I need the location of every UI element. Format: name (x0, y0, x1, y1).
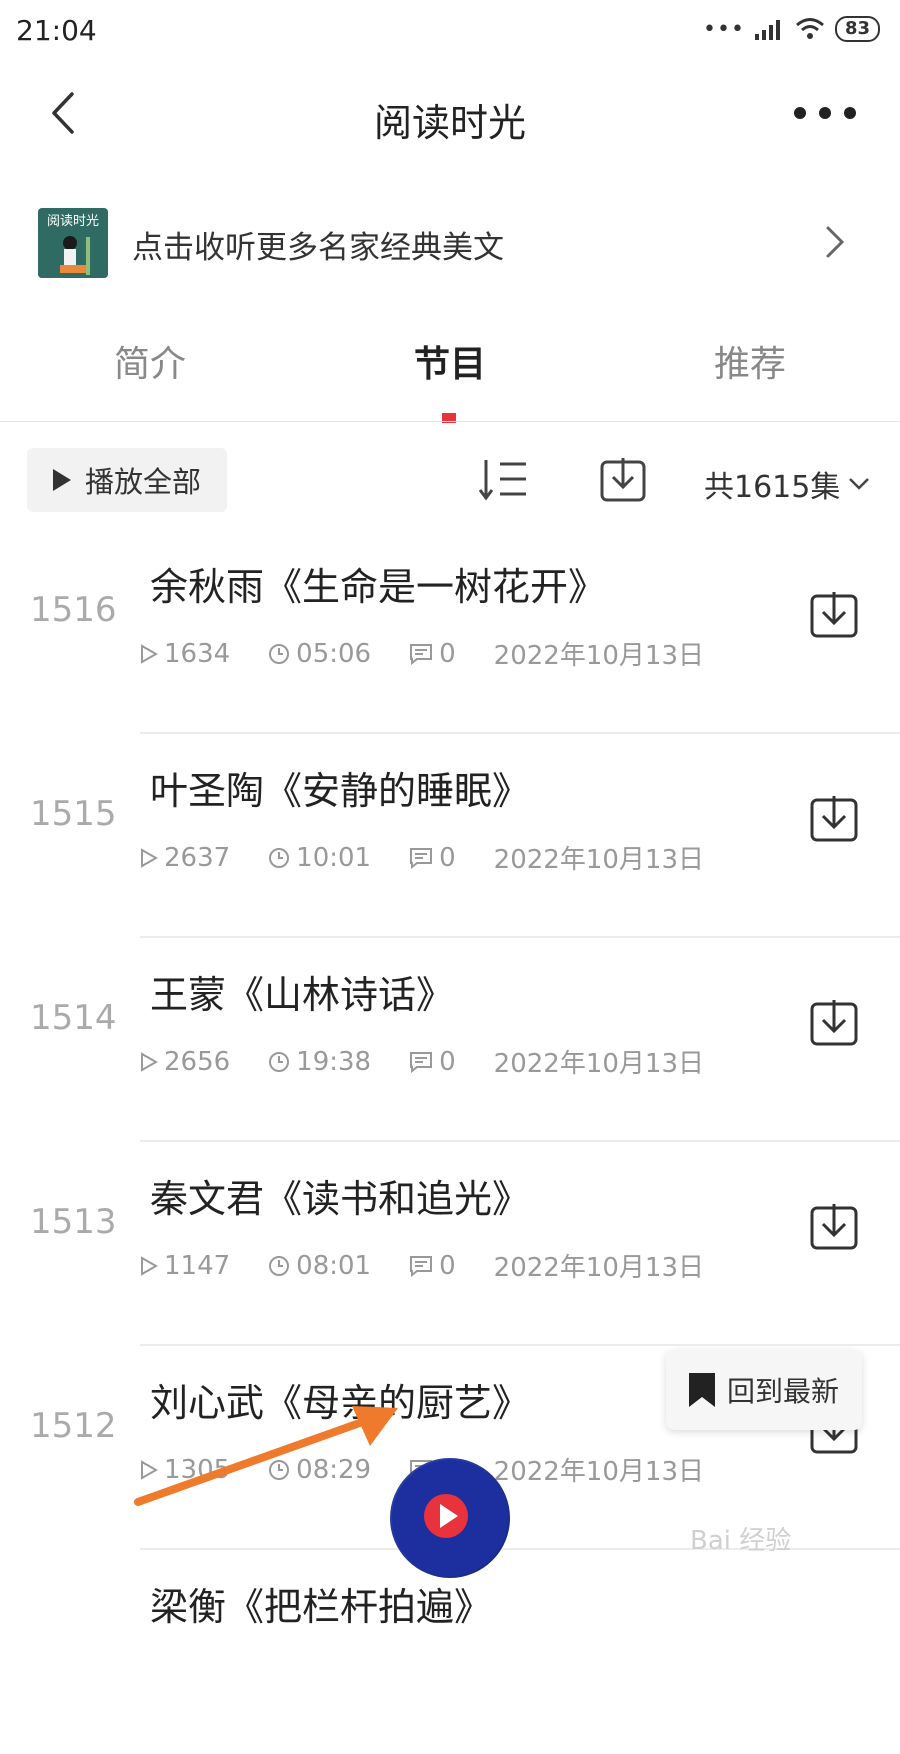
download-icon[interactable] (810, 590, 858, 638)
bookmark-icon (688, 1373, 715, 1407)
episode-meta: 2637 10:01 0 2022年10月13日 (140, 839, 742, 876)
episode-count-selector[interactable]: 共1615集 (704, 462, 870, 506)
play-count: 1634 (140, 639, 230, 669)
comment-count: 0 (409, 843, 456, 873)
back-to-latest-label: 回到最新 (726, 1375, 839, 1408)
download-icon[interactable] (810, 998, 858, 1046)
duration: 08:01 (268, 1251, 371, 1281)
chevron-down-icon (849, 478, 870, 490)
duration-value: 19:38 (296, 1046, 372, 1077)
publish-date: 2022年10月13日 (493, 845, 704, 875)
album-cover-title: 阅读时光 (46, 214, 99, 229)
wifi-icon (795, 18, 824, 39)
status-time: 21:04 (16, 14, 97, 47)
album-cover[interactable]: 阅读时光 (38, 208, 108, 278)
episode-number: 1515 (30, 794, 117, 834)
episode-count: 共1615集 (704, 470, 841, 505)
signal-dots-icon: ••• (703, 16, 745, 42)
episode-row[interactable]: 1513 秦文君《读书和追光》 1147 08:01 0 2022年10月13日 (0, 1142, 900, 1346)
comment-count-value: 0 (439, 638, 456, 669)
publish-date: 2022年10月13日 (493, 641, 704, 671)
comment-count-value: 0 (439, 1046, 456, 1077)
play-count-value: 2656 (164, 1046, 231, 1077)
episode-meta: 2656 19:38 0 2022年10月13日 (140, 1043, 742, 1080)
episode-row[interactable]: 1516 余秋雨《生命是一树花开》 1634 05:06 0 2022年10月1… (0, 530, 900, 734)
duration-value: 05:06 (296, 638, 372, 669)
play-count-value: 2637 (164, 842, 231, 873)
play-outline-icon (141, 1255, 158, 1276)
episode-number: 1516 (30, 590, 117, 630)
play-count-value: 1147 (164, 1250, 231, 1281)
publish-date: 2022年10月13日 (493, 1457, 704, 1487)
download-all-icon[interactable] (600, 456, 646, 502)
episode-row[interactable]: 梁衡《把栏杆拍遍》 (0, 1550, 900, 1754)
duration-value: 10:01 (296, 842, 372, 873)
duration: 05:06 (268, 639, 371, 669)
episode-meta: 1147 08:01 0 2022年10月13日 (140, 1247, 742, 1284)
play-count: 1147 (140, 1251, 230, 1281)
tabs-divider (0, 421, 900, 422)
play-count: 2637 (140, 843, 230, 873)
play-count: 2656 (140, 1047, 230, 1077)
episode-title[interactable]: 秦文君《读书和追光》 (150, 1168, 530, 1223)
episode-title[interactable]: 王蒙《山林诗话》 (150, 964, 454, 1019)
annotation-arrow-icon (134, 1406, 398, 1506)
play-icon (52, 469, 71, 491)
promo-text[interactable]: 点击收听更多名家经典美文 (132, 222, 504, 267)
play-count-value: 1634 (164, 638, 231, 669)
episode-title[interactable]: 叶圣陶《安静的睡眠》 (150, 760, 530, 815)
episode-title[interactable]: 梁衡《把栏杆拍遍》 (150, 1576, 492, 1631)
download-icon[interactable] (810, 794, 858, 842)
episode-number: 1512 (30, 1406, 117, 1446)
episode-meta: 1634 05:06 0 2022年10月13日 (140, 635, 742, 672)
more-icon[interactable] (790, 98, 860, 128)
episode-row[interactable]: 1515 叶圣陶《安静的睡眠》 2637 10:01 0 2022年10月13日 (0, 734, 900, 938)
duration-value: 08:01 (296, 1250, 372, 1281)
album-cover-illustration (38, 229, 108, 278)
comment-count: 0 (409, 639, 456, 669)
download-icon[interactable] (810, 1202, 858, 1250)
page-title: 阅读时光 (373, 101, 526, 145)
comment-count-value: 0 (439, 842, 456, 873)
chevron-right-icon[interactable] (824, 224, 848, 260)
episode-number: 1513 (30, 1202, 117, 1242)
tab-intro[interactable]: 简介 (50, 335, 250, 387)
clock-icon (269, 1255, 290, 1276)
tab-recommend[interactable]: 推荐 (650, 335, 850, 387)
back-to-latest-button[interactable]: 回到最新 (666, 1350, 862, 1430)
clock-icon (269, 1051, 290, 1072)
comment-icon (410, 847, 433, 869)
duration: 19:38 (268, 1047, 371, 1077)
episode-row[interactable]: 1514 王蒙《山林诗话》 2656 19:38 0 2022年10月13日 (0, 938, 900, 1142)
play-all-label: 播放全部 (84, 465, 201, 499)
publish-date: 2022年10月13日 (493, 1253, 704, 1283)
comment-count: 0 (409, 1251, 456, 1281)
status-icons: ••• 83 (703, 16, 880, 42)
comment-count-value: 0 (439, 1250, 456, 1281)
comment-icon (410, 643, 433, 665)
clock-icon (269, 643, 290, 664)
episode-title[interactable]: 余秋雨《生命是一树花开》 (150, 556, 606, 611)
sort-icon[interactable] (478, 458, 528, 502)
comment-icon (410, 1051, 433, 1073)
clock-icon (269, 847, 290, 868)
publish-date: 2022年10月13日 (493, 1049, 704, 1079)
comment-icon (410, 1255, 433, 1277)
play-all-button[interactable]: 播放全部 (27, 448, 227, 512)
tab-episodes[interactable]: 节目 (350, 335, 550, 387)
play-outline-icon (141, 847, 158, 868)
play-outline-icon (141, 1051, 158, 1072)
episode-number: 1514 (30, 998, 117, 1038)
battery-indicator: 83 (834, 16, 880, 42)
play-outline-icon (141, 643, 158, 664)
duration: 10:01 (268, 843, 371, 873)
comment-count: 0 (409, 1047, 456, 1077)
signal-icon (754, 20, 780, 40)
watermark: Bai 经验 (690, 1526, 792, 1556)
